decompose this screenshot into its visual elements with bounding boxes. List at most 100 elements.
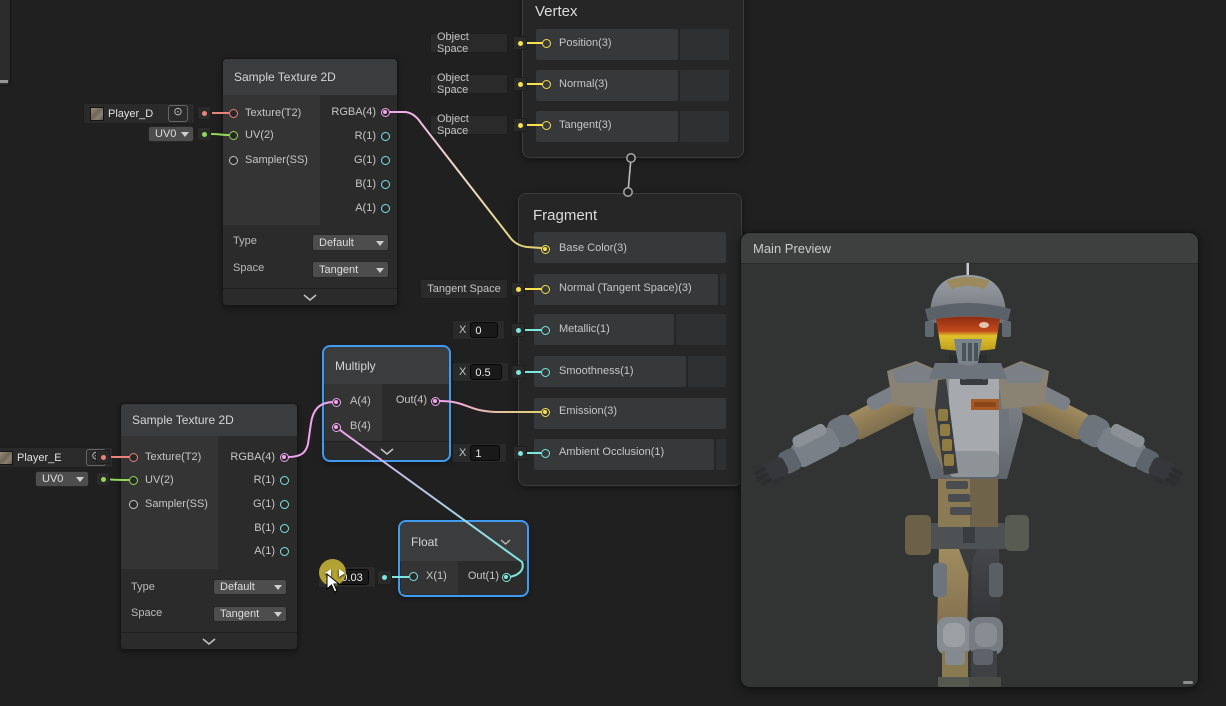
main-preview-panel[interactable]: Main Preview	[740, 232, 1199, 688]
uv-connector-dot	[96, 472, 110, 486]
object-space-badge-normal: Object Space	[430, 72, 508, 96]
x-prefix-label: X	[459, 324, 467, 336]
space-dropdown[interactable]: Tangent	[213, 606, 287, 622]
r-output-port[interactable]	[380, 131, 390, 141]
ambient-occlusion-value-widget[interactable]: X 1	[452, 443, 507, 463]
uv-input-label: UV(2)	[145, 474, 174, 486]
expose-icon[interactable]: ⊙	[168, 105, 188, 122]
fragment-row-metallic-valuebox	[676, 314, 726, 345]
smoothness-value-widget[interactable]: X 0.5	[452, 362, 509, 382]
r-output-port[interactable]	[279, 475, 289, 485]
object-space-badge-tangent: Object Space	[430, 113, 508, 137]
fragment-base-color-port[interactable]	[540, 244, 550, 254]
metallic-value-widget[interactable]: X 0	[452, 320, 505, 340]
uv-input-port[interactable]	[228, 130, 238, 140]
fragment-context-block[interactable]: Fragment Base Color(3) Normal (Tangent S…	[518, 193, 742, 486]
uv-input-port[interactable]	[128, 475, 138, 485]
fragment-emission-port[interactable]	[540, 407, 550, 417]
multiply-a-input-port[interactable]	[331, 397, 341, 407]
preview-resize-handle[interactable]	[1183, 681, 1193, 684]
float-out-output-port[interactable]	[501, 572, 511, 582]
sample-texture-2d-node-bottom[interactable]: Sample Texture 2D Texture(T2) UV(2) Samp…	[120, 403, 298, 650]
uv-channel-dropdown-bottom[interactable]: UV0	[35, 471, 89, 487]
fragment-normal-label: Normal (Tangent Space)(3)	[559, 282, 692, 294]
x-input-label: X(1)	[426, 570, 447, 582]
left-shoulder-plate	[891, 363, 935, 383]
tangent-space-badge: Tangent Space	[420, 279, 508, 299]
a-output-label: A(1)	[355, 202, 376, 214]
b-output-port[interactable]	[380, 179, 390, 189]
player-d-label: Player_D	[108, 107, 154, 120]
fragment-normal-port[interactable]	[540, 284, 550, 294]
vertex-row-tangent-valuebox	[680, 111, 729, 142]
uv-channel-dropdown-top[interactable]: UV0	[148, 126, 194, 142]
b-output-label: B(1)	[254, 522, 275, 534]
a-output-port[interactable]	[380, 203, 390, 213]
collapse-button[interactable]	[121, 632, 297, 649]
fragment-smoothness-port[interactable]	[540, 367, 550, 377]
uv-connector-dot	[197, 127, 211, 141]
chevron-down-icon	[202, 637, 216, 645]
edge-vertex-to-fragment[interactable]	[627, 157, 632, 193]
blackboard-resize-bar	[0, 80, 8, 83]
fragment-ambient-occlusion-port[interactable]	[540, 448, 550, 458]
texture-input-port[interactable]	[128, 452, 138, 462]
ambient-occlusion-value-input[interactable]: 1	[470, 445, 500, 461]
texture-thumbnail-icon	[90, 106, 104, 121]
rgba-output-port[interactable]	[380, 107, 390, 117]
metallic-connector-dot	[511, 323, 525, 337]
fragment-row-normal-valuebox	[720, 274, 726, 305]
fragment-emission-label: Emission(3)	[559, 405, 618, 417]
main-preview-header[interactable]: Main Preview	[741, 233, 1198, 264]
fragment-base-color-label: Base Color(3)	[559, 242, 627, 254]
vertex-context-block[interactable]: Vertex Position(3) Normal(3) Tangent(3)	[522, 0, 744, 158]
collapse-button[interactable]	[324, 441, 449, 460]
multiply-header[interactable]: Multiply	[324, 347, 449, 384]
vertex-tangent-port[interactable]	[541, 120, 551, 130]
fragment-metallic-port[interactable]	[540, 325, 550, 335]
shader-graph-canvas[interactable]: { "canvas": {"background": "#202020"}, "…	[0, 0, 1226, 706]
smoothness-value-input[interactable]: 0.5	[470, 364, 502, 380]
object-space-connector-dot	[513, 77, 527, 91]
player-d-property-pill[interactable]: Player_D ⊙	[83, 103, 195, 124]
out-output-label: Out(4)	[395, 394, 427, 406]
mouse-cursor-icon	[326, 573, 341, 593]
collapse-button[interactable]	[223, 288, 397, 305]
g-output-label: G(1)	[253, 498, 275, 510]
space-dropdown[interactable]: Tangent	[312, 261, 389, 278]
rgba-output-port[interactable]	[279, 452, 289, 462]
sample-texture-2d-node-top[interactable]: Sample Texture 2D Texture(T2) UV(2) Samp…	[222, 58, 398, 306]
smoothness-connector-dot	[511, 365, 525, 379]
multiply-out-output-port[interactable]	[430, 396, 440, 406]
type-label: Type	[131, 581, 155, 593]
type-dropdown[interactable]: Default	[213, 579, 287, 595]
x-prefix-label: X	[459, 366, 467, 378]
vertex-row-position-valuebox	[680, 29, 729, 60]
r-output-label: R(1)	[354, 130, 376, 142]
type-dropdown[interactable]: Default	[312, 234, 389, 251]
multiply-b-input-port[interactable]	[331, 422, 341, 432]
float-node[interactable]: Float X(1) Out(1)	[399, 521, 528, 596]
a-output-port[interactable]	[279, 546, 289, 556]
sample-texture-bottom-header[interactable]: Sample Texture 2D	[121, 404, 297, 436]
a-input-label: A(4)	[350, 395, 371, 407]
fragment-metallic-label: Metallic(1)	[559, 323, 610, 335]
object-space-badge-position: Object Space	[430, 31, 508, 55]
abdomen	[938, 473, 998, 527]
metallic-value-input[interactable]: 0	[470, 322, 498, 338]
sampler-input-port[interactable]	[228, 155, 238, 165]
space-label: Space	[233, 262, 265, 274]
g-output-port[interactable]	[279, 499, 289, 509]
header-chevron-down-icon[interactable]	[500, 539, 511, 545]
chevron-down-icon	[303, 293, 317, 301]
texture-input-port[interactable]	[228, 108, 238, 118]
vertex-normal-port[interactable]	[541, 79, 551, 89]
sampler-input-port[interactable]	[128, 499, 138, 509]
sample-texture-top-header[interactable]: Sample Texture 2D	[223, 59, 397, 95]
vertex-position-port[interactable]	[541, 38, 551, 48]
character-model-preview	[754, 263, 1183, 687]
g-output-port[interactable]	[380, 155, 390, 165]
b-output-port[interactable]	[279, 523, 289, 533]
float-x-input-port[interactable]	[408, 571, 418, 581]
rgba-output-label: RGBA(4)	[331, 106, 376, 118]
